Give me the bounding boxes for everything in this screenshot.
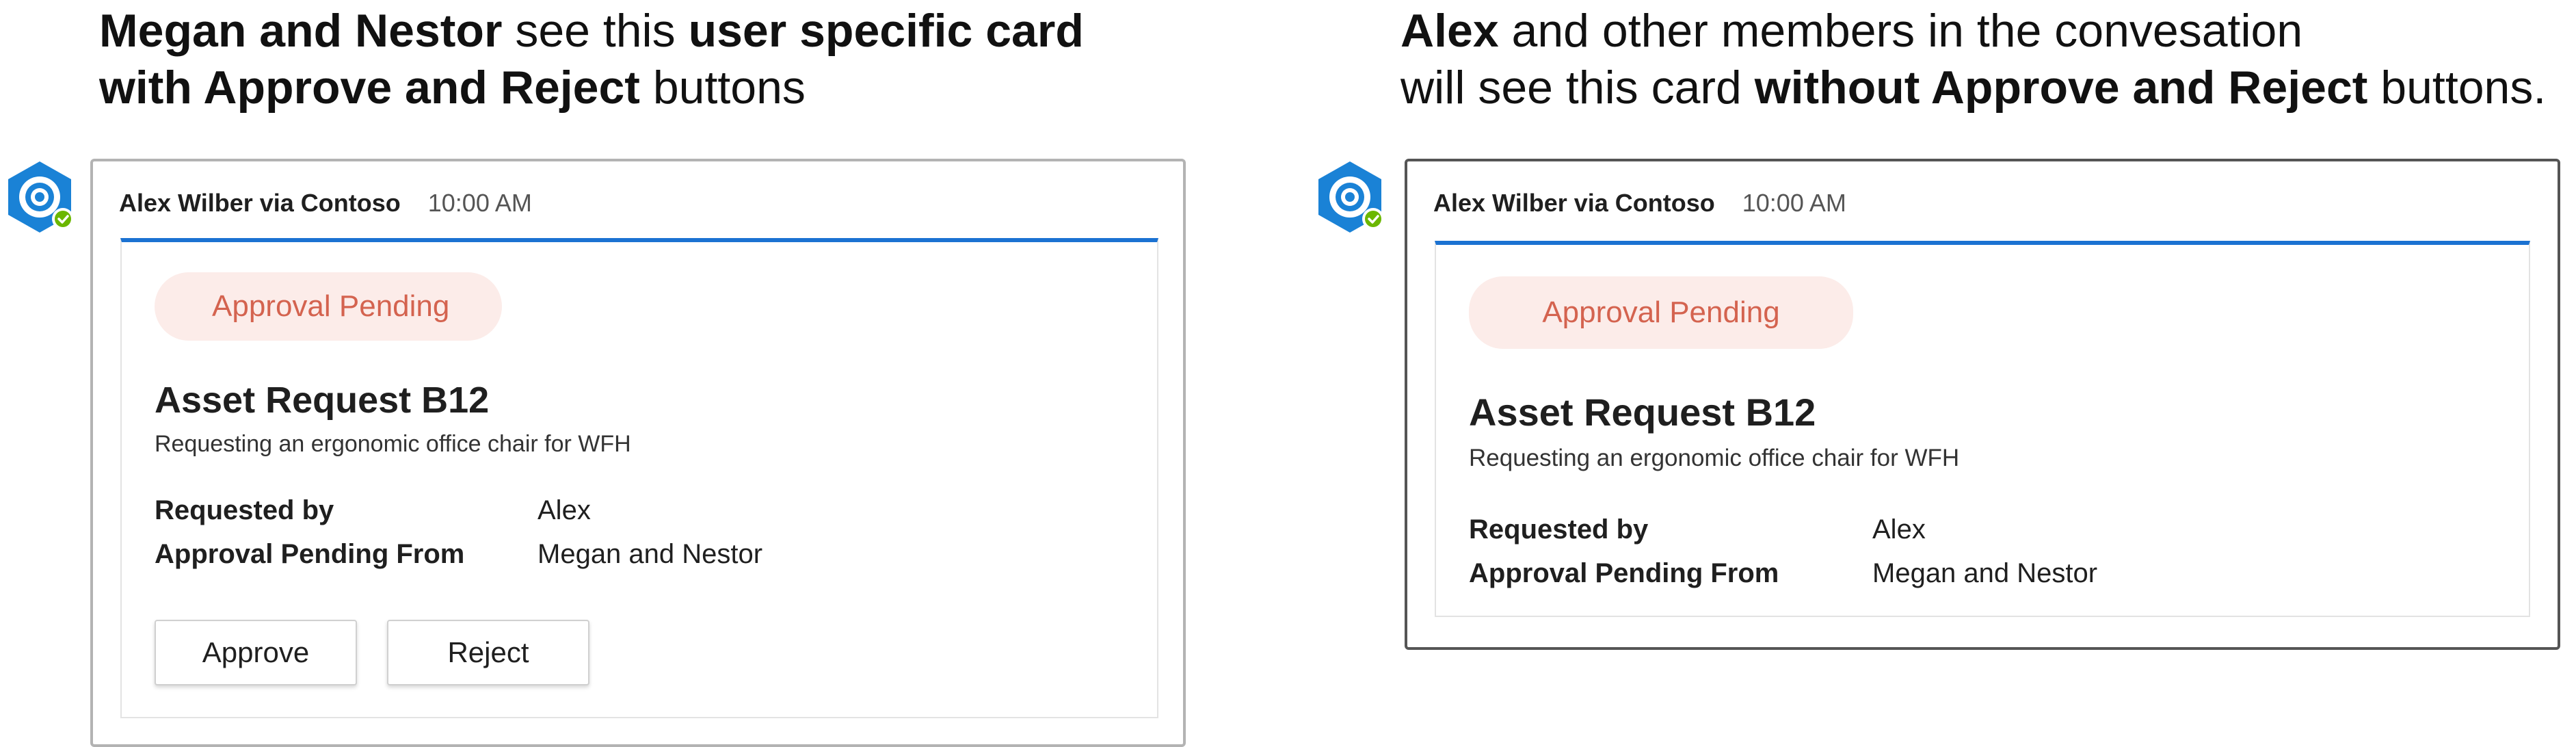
fact-value: Megan and Nestor [1872,558,2098,588]
fact-set: Requested by Alex Approval Pending From … [155,488,1044,576]
caption-right-bold-1: Alex [1400,5,1499,57]
card-title: Asset Request B12 [155,380,490,421]
caption-right-text-2: will see this card [1400,62,1755,114]
bot-avatar-right[interactable] [1310,159,1390,238]
caption-left-bold-1: Megan and Nestor [99,5,503,57]
fact-value: Alex [1872,514,1926,545]
message-timestamp: 10:00 AM [427,189,532,217]
bot-avatar-left[interactable] [0,159,79,238]
fact-key: Requested by [155,495,334,525]
caption-right-text-1: and other members in the convesation [1498,5,2303,57]
message-frame-other-members: Alex Wilber via Contoso 10:00 AM Approva… [1405,159,2560,650]
caption-other-members: Alex and other members in the convesatio… [1400,3,2546,116]
card-title: Asset Request B12 [1469,391,1816,434]
fact-value: Alex [537,495,591,525]
caption-left-text-1: see this [502,5,689,57]
message-frame-user-specific: Alex Wilber via Contoso 10:00 AM Approva… [90,159,1186,747]
fact-row: Approval Pending From Megan and Nestor [1469,551,2358,595]
fact-key: Approval Pending From [1469,558,1779,588]
caption-right-line-2: will see this card without Approve and R… [1400,60,2546,116]
bot-avatar-icon [1318,161,1384,233]
caption-left-line-1: Megan and Nestor see this user specific … [99,3,1084,60]
caption-right-text-3: buttons. [2367,62,2547,114]
reject-button[interactable]: Reject [387,620,589,685]
sender-name[interactable]: Alex Wilber via Contoso [119,189,401,218]
fact-key: Approval Pending From [155,538,465,569]
approve-button[interactable]: Approve [155,620,357,685]
adaptive-card: Approval Pending Asset Request B12 Reque… [120,238,1158,718]
fact-row: Requested by Alex [1469,508,2358,551]
caption-left-line-2: with Approve and Reject buttons [99,60,1084,116]
status-badge: Approval Pending [155,272,502,341]
status-badge: Approval Pending [1469,276,1853,349]
message-header: Alex Wilber via Contoso 10:00 AM [1433,189,1846,218]
caption-left-bold-2: user specific card [688,5,1084,57]
message-timestamp: 10:00 AM [1742,189,1846,217]
fact-row: Approval Pending From Megan and Nestor [155,532,1044,576]
caption-right-bold-2: without Approve and Reject [1754,62,2368,114]
caption-left-bold-3: with Approve and Reject [99,62,640,114]
adaptive-card: Approval Pending Asset Request B12 Reque… [1435,241,2530,617]
fact-value: Megan and Nestor [537,538,763,569]
card-subtitle: Requesting an ergonomic office chair for… [155,431,631,457]
fact-row: Requested by Alex [155,488,1044,532]
caption-right-line-1: Alex and other members in the convesatio… [1400,3,2546,60]
sender-name[interactable]: Alex Wilber via Contoso [1433,189,1715,218]
caption-user-specific: Megan and Nestor see this user specific … [99,3,1084,116]
bot-avatar-icon [8,161,74,233]
fact-key: Requested by [1469,514,1649,545]
caption-left-text-2: buttons [639,62,806,114]
fact-set: Requested by Alex Approval Pending From … [1469,508,2358,595]
card-subtitle: Requesting an ergonomic office chair for… [1469,445,1960,471]
message-header: Alex Wilber via Contoso 10:00 AM [119,189,532,218]
